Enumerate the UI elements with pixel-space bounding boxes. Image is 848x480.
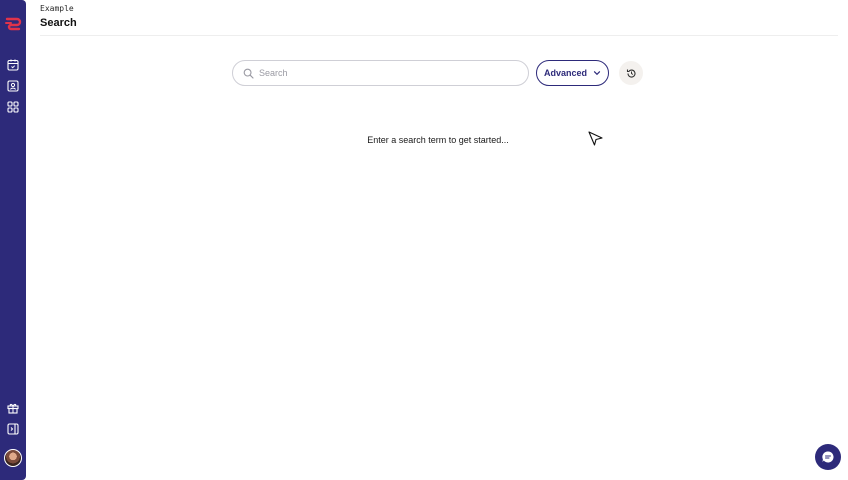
gift-icon[interactable] <box>6 401 20 415</box>
sidebar <box>0 0 26 480</box>
advanced-button-label: Advanced <box>543 68 587 78</box>
panel-toggle-icon[interactable] <box>6 422 20 436</box>
header-divider <box>40 35 838 36</box>
logo-icon[interactable] <box>4 15 22 33</box>
search-input[interactable] <box>259 63 509 83</box>
page-title: Search <box>40 17 77 29</box>
avatar[interactable] <box>4 449 22 467</box>
calendar-icon[interactable] <box>6 58 20 72</box>
empty-state-message: Enter a search term to get started... <box>367 135 509 145</box>
history-button[interactable] <box>619 61 643 85</box>
chevron-down-icon <box>593 71 601 76</box>
search-field[interactable] <box>232 60 529 86</box>
history-icon <box>626 69 635 78</box>
page-header: Example Search <box>40 4 77 30</box>
chat-button[interactable] <box>815 444 841 470</box>
breadcrumb: Example <box>40 4 74 13</box>
contact-card-icon[interactable] <box>6 79 20 93</box>
search-icon <box>243 68 254 79</box>
advanced-button[interactable]: Advanced <box>536 60 609 86</box>
grid-icon[interactable] <box>6 100 20 114</box>
chat-icon <box>822 451 834 463</box>
mouse-cursor-icon <box>588 131 603 146</box>
